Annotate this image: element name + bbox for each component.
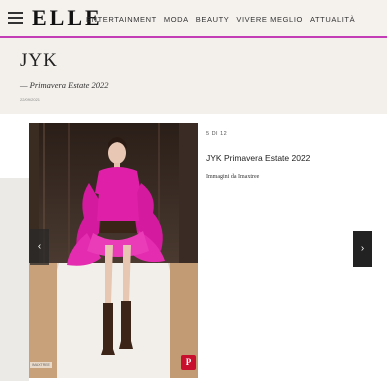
pinterest-save-button[interactable]: P (181, 355, 196, 370)
nav-entertainment[interactable]: ENTERTAINMENT (86, 15, 157, 24)
previous-slide-button[interactable]: ‹ (30, 229, 49, 265)
nav-vivere-meglio[interactable]: VIVERE MEGLIO (236, 15, 303, 24)
gallery-section: ‹ › P IMAXTREE 5 DI 12 JYK Primavera Est… (0, 114, 387, 381)
chevron-left-icon: ‹ (37, 241, 42, 252)
slide-title: JYK Primavera Estate 2022 (206, 153, 311, 163)
publish-date: 22/09/2021 (20, 97, 41, 102)
image-watermark: IMAXTREE (30, 362, 52, 368)
page-title: JYK (20, 50, 58, 71)
next-slide-button[interactable]: › (353, 231, 372, 267)
nav-beauty[interactable]: BEAUTY (196, 15, 230, 24)
pinterest-icon: P (185, 357, 192, 367)
article-subtitle: — Primavera Estate 2022 (20, 80, 109, 90)
gallery-photo[interactable] (29, 123, 198, 378)
runway-photo-illustration (29, 123, 198, 378)
left-panel (0, 178, 29, 381)
slide-counter: 5 DI 12 (206, 131, 228, 137)
main-nav: ENTERTAINMENT MODA BEAUTY VIVERE MEGLIO … (86, 15, 355, 24)
article-header: JYK — Primavera Estate 2022 22/09/2021 (0, 38, 387, 114)
top-navigation-bar: ELLE ENTERTAINMENT MODA BEAUTY VIVERE ME… (0, 0, 387, 38)
nav-moda[interactable]: MODA (164, 15, 189, 24)
nav-attualita[interactable]: ATTUALITÀ (310, 15, 355, 24)
image-credit: Immagini da Imaxtree (206, 174, 260, 180)
chevron-right-icon: › (360, 243, 365, 254)
hamburger-menu-icon[interactable] (8, 12, 23, 24)
